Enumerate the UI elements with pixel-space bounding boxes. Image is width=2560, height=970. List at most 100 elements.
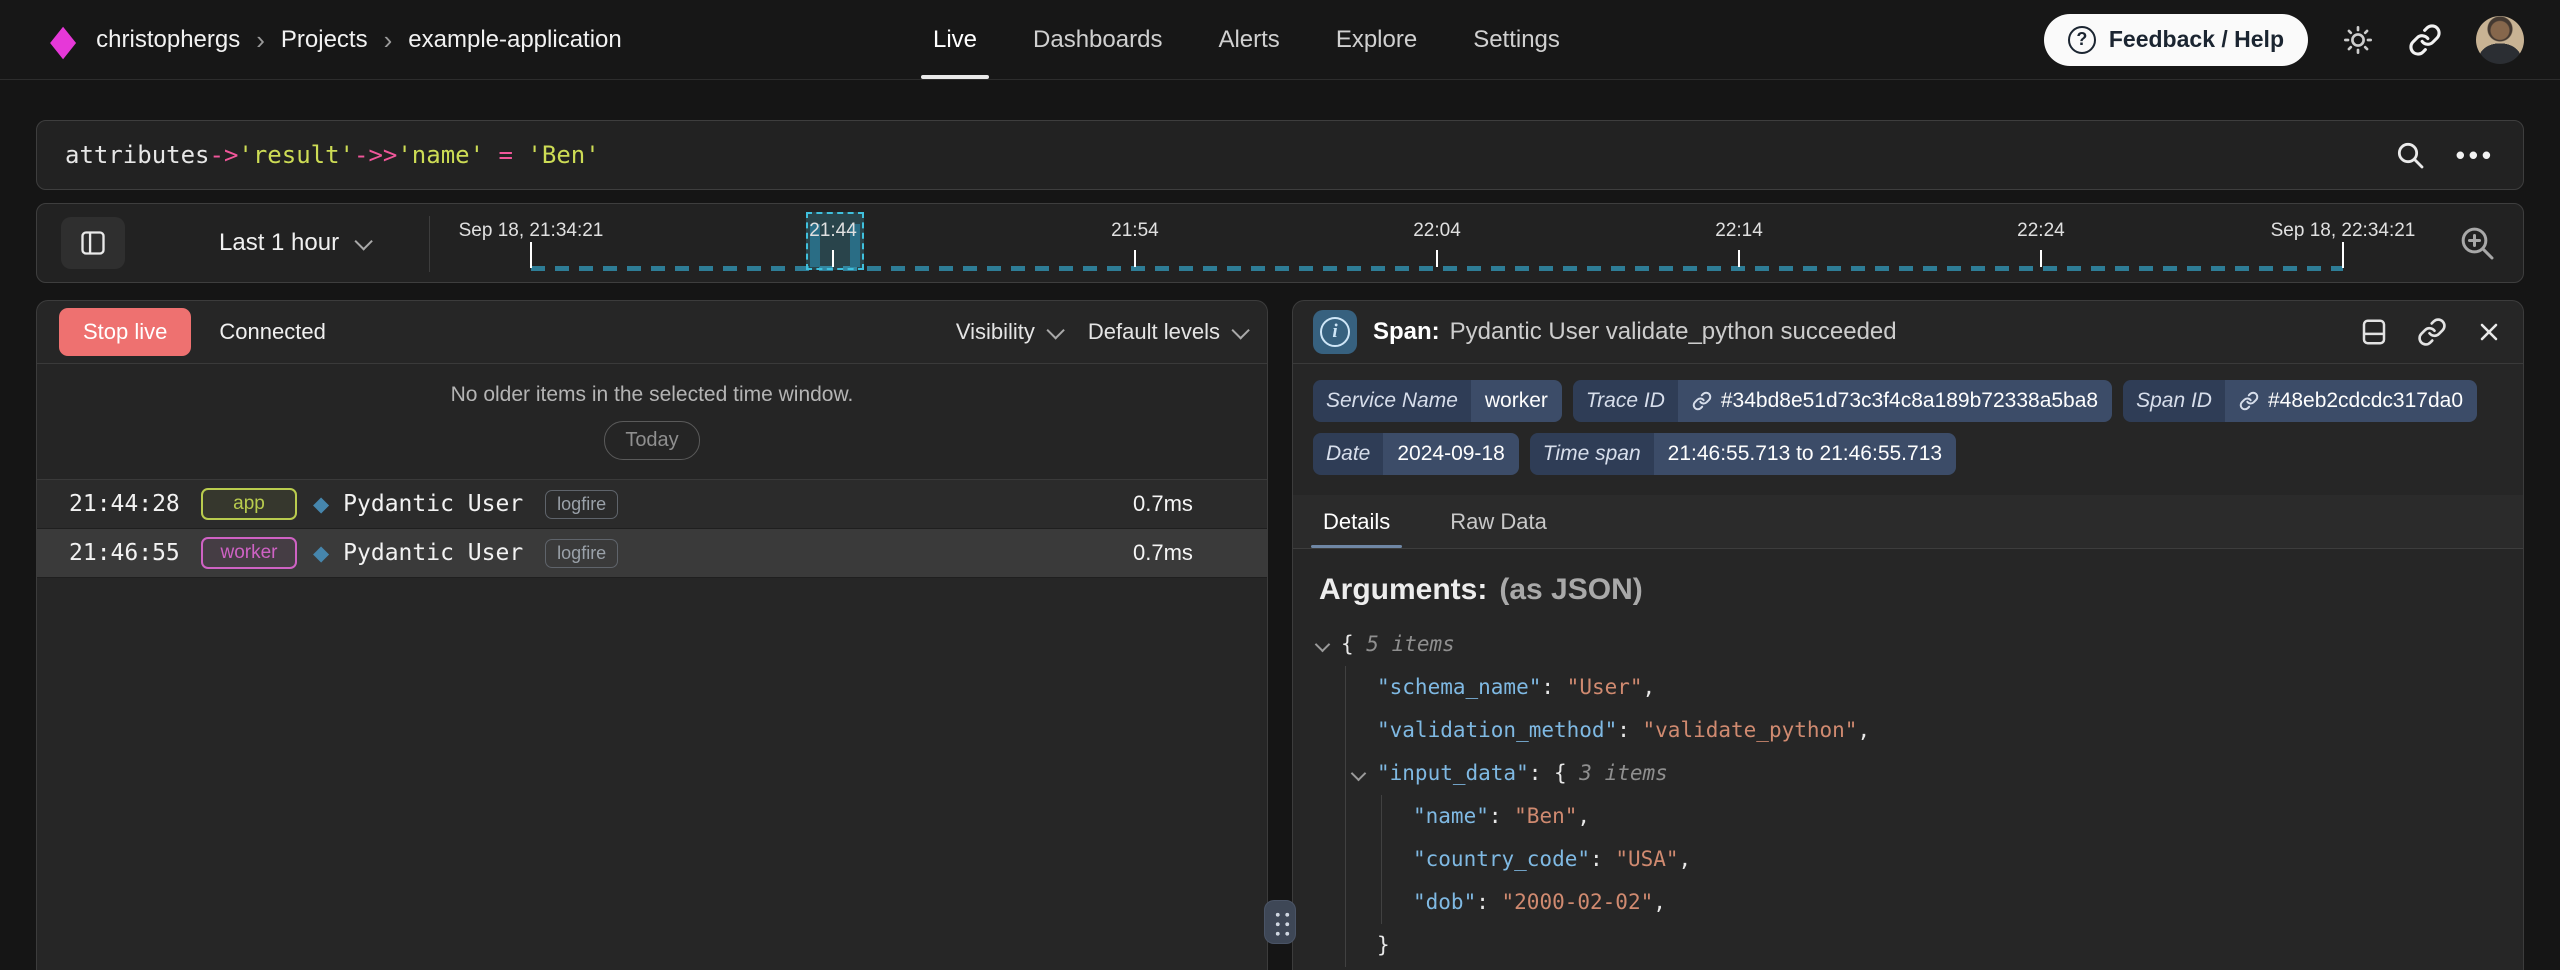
timeline-tick (530, 242, 532, 268)
timeline-tick-label: 22:14 (1715, 220, 1763, 242)
meta-badge-value: 21:46:55.713 to 21:46:55.713 (1654, 433, 1956, 475)
copy-link-icon[interactable] (2417, 317, 2447, 347)
sidebar-toggle-button[interactable] (61, 217, 125, 269)
json-line: "country_code": "USA", (1319, 838, 2497, 881)
meta-badge-time-span: Time span21:46:55.713 to 21:46:55.713 (1530, 433, 1956, 475)
empty-window-message: No older items in the selected time wind… (451, 383, 854, 407)
meta-badge-value: #48eb2cdcdc317da0 (2225, 380, 2477, 422)
json-token: "schema_name" (1377, 675, 1541, 699)
query-input[interactable]: attributes->'result'->>'name' = 'Ben' (65, 141, 2394, 169)
meta-badge-trace-id[interactable]: Trace ID #34bd8e51d73c3f4c8a189b72338a5b… (1573, 380, 2112, 422)
json-token: : (1489, 804, 1514, 828)
stop-live-button[interactable]: Stop live (59, 308, 191, 356)
detail-tab-details[interactable]: Details (1315, 495, 1398, 548)
query-more-menu-icon[interactable]: ••• (2456, 150, 2495, 160)
log-row-list: 21:44:28app◆Pydantic Userlogfire0.7ms21:… (37, 480, 1267, 578)
panel-resize-handle[interactable] (1264, 900, 1296, 944)
today-button[interactable]: Today (604, 421, 699, 460)
json-line: } (1319, 924, 2497, 967)
tab-alerts[interactable]: Alerts (1190, 0, 1307, 79)
json-token: "validation_method" (1377, 718, 1617, 742)
duration-value: 0.7ms (1133, 540, 1233, 566)
log-time: 21:44:28 (69, 491, 191, 517)
meta-badge-span-id[interactable]: Span ID #48eb2cdcdc317da0 (2123, 380, 2477, 422)
tab-settings[interactable]: Settings (1445, 0, 1588, 79)
dock-panel-icon[interactable] (2359, 317, 2389, 347)
json-token: : { (1529, 761, 1580, 785)
indent-guide (1345, 838, 1346, 881)
tab-live[interactable]: Live (905, 0, 1005, 79)
timeline-tick-label: 22:24 (2017, 220, 2065, 242)
span-title: Pydantic User validate_python succeeded (1450, 318, 1897, 346)
collapse-caret-icon[interactable] (1315, 637, 1331, 653)
span-meta-badges: Service Nameworker Trace ID #34bd8e51d73c… (1293, 364, 2513, 481)
connection-status: Connected (219, 319, 325, 345)
indent-guide (1345, 795, 1346, 838)
log-row[interactable]: 21:46:55worker◆Pydantic Userlogfire0.7ms (37, 529, 1267, 578)
logfire-logo-icon[interactable]: ◆ (50, 18, 76, 61)
timeline-tick (832, 250, 834, 267)
live-panel-header: Stop live Connected Visibility Default l… (37, 301, 1267, 364)
query-segment: ->> (354, 141, 397, 169)
json-token: } (1377, 933, 1390, 957)
indent-guide (1381, 838, 1382, 881)
span-diamond-icon: ◆ (313, 492, 329, 517)
json-token: "dob" (1413, 890, 1476, 914)
json-token: : (1617, 718, 1642, 742)
arguments-subtitle: (as JSON) (1499, 573, 1642, 607)
user-avatar[interactable] (2476, 16, 2524, 64)
close-icon[interactable] (2475, 318, 2503, 346)
json-line: "input_data": { 3 items (1319, 752, 2497, 795)
json-token: { (1341, 632, 1366, 656)
time-range-dropdown[interactable]: Last 1 hour (219, 204, 368, 282)
timeline-tick (2040, 250, 2042, 267)
detail-tab-raw-data[interactable]: Raw Data (1442, 495, 1555, 548)
json-line: "name": "Ben", (1319, 795, 2497, 838)
query-segment: -> (210, 141, 239, 169)
chevron-down-icon (1231, 321, 1249, 339)
json-token: "input_data" (1377, 761, 1529, 785)
json-token: , (1653, 890, 1666, 914)
visibility-dropdown[interactable]: Visibility (956, 319, 1060, 345)
time-range-label: Last 1 hour (219, 229, 339, 257)
search-icon[interactable] (2394, 139, 2426, 171)
log-title: Pydantic User (343, 540, 523, 566)
empty-window-notice: No older items in the selected time wind… (37, 364, 1267, 480)
breadcrumb-item-christophergs[interactable]: christophergs (96, 26, 240, 54)
feedback-help-button[interactable]: ? Feedback / Help (2044, 14, 2308, 66)
json-token: "2000-02-02" (1502, 890, 1654, 914)
share-link-icon[interactable] (2408, 23, 2442, 57)
duration-value: 0.7ms (1133, 491, 1233, 517)
indent-guide (1345, 666, 1346, 709)
breadcrumb-item-Projects[interactable]: Projects (281, 26, 368, 54)
collapse-caret-icon[interactable] (1351, 766, 1367, 782)
query-segment: 'result' (238, 141, 354, 169)
span-kind-label: Span: (1373, 318, 1440, 346)
scope-tag: logfire (545, 490, 618, 519)
meta-badge-label: Trace ID (1573, 380, 1678, 422)
live-view-panel: Stop live Connected Visibility Default l… (36, 300, 1268, 970)
indent-guide (1345, 924, 1346, 967)
meta-badge-service-name: Service Nameworker (1313, 380, 1562, 422)
log-row[interactable]: 21:44:28app◆Pydantic Userlogfire0.7ms (37, 480, 1267, 529)
detail-tabs: Details Raw Data (1293, 495, 2523, 549)
log-title: Pydantic User (343, 491, 523, 517)
scope-tag: logfire (545, 539, 618, 568)
timebar-divider (429, 216, 430, 272)
arguments-title: Arguments: (1319, 573, 1487, 607)
log-time: 21:46:55 (69, 540, 191, 566)
service-badge: worker (201, 537, 297, 569)
app-root: ◆ christophergs›Projects›example-applica… (0, 0, 2560, 970)
indent-guide (1345, 881, 1346, 924)
json-line: "schema_name": "User", (1319, 666, 2497, 709)
json-line: "dob": "2000-02-02", (1319, 881, 2497, 924)
timeline-zoom-in-icon[interactable] (2457, 223, 2497, 263)
top-nav: ◆ christophergs›Projects›example-applica… (0, 0, 2560, 80)
timeline-tick-label: 21:54 (1111, 220, 1159, 242)
breadcrumb-item-example-application[interactable]: example-application (408, 26, 621, 54)
tab-dashboards[interactable]: Dashboards (1005, 0, 1190, 79)
default-levels-dropdown[interactable]: Default levels (1088, 319, 1245, 345)
theme-toggle-icon[interactable] (2342, 24, 2374, 56)
tab-explore[interactable]: Explore (1308, 0, 1445, 79)
json-token: "name" (1413, 804, 1489, 828)
